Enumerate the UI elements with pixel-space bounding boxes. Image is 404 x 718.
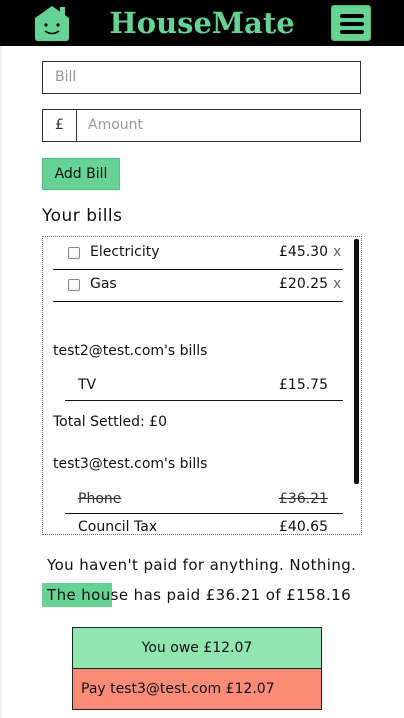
- delete-bill-button[interactable]: x: [333, 276, 341, 292]
- bill-name-settled: Phone: [78, 491, 122, 507]
- currency-addon: £: [43, 110, 77, 141]
- bill-name: Electricity: [90, 244, 160, 260]
- add-bill-button[interactable]: Add Bill: [42, 158, 120, 190]
- row-divider: [53, 301, 343, 302]
- house-paid-message: The house has paid £36.21 of £158.16: [47, 586, 352, 604]
- bill-name: Council Tax: [78, 519, 158, 535]
- pay-housemate-button[interactable]: Pay test3@test.com £12.07: [72, 669, 322, 710]
- bill-amount: £15.75: [279, 377, 328, 393]
- delete-bill-button[interactable]: x: [333, 244, 341, 260]
- bill-checkbox-electricity[interactable]: [68, 247, 80, 259]
- bill-name: Gas: [90, 276, 117, 292]
- housemate-bills-title: test2@test.com's bills: [53, 343, 208, 359]
- hamburger-menu-icon[interactable]: [331, 5, 371, 41]
- bills-list-panel[interactable]: Electricity £45.30 x Gas £20.25 x test2@…: [42, 236, 362, 535]
- app-header: HouseMate: [0, 0, 404, 46]
- row-divider: [53, 269, 343, 270]
- bill-amount: £40.65: [279, 519, 328, 535]
- total-settled: Total Settled: £0: [53, 414, 167, 430]
- amount-input[interactable]: Amount: [88, 110, 143, 141]
- amount-input-group[interactable]: £ Amount: [42, 109, 361, 142]
- row-divider: [65, 513, 343, 514]
- left-edge-divider: [0, 46, 2, 718]
- row-divider: [65, 400, 343, 401]
- bill-name-input[interactable]: Bill: [42, 61, 361, 94]
- you-owe-summary: You owe £12.07: [72, 627, 322, 669]
- bill-amount: £20.25: [279, 276, 328, 292]
- your-bills-heading: Your bills: [42, 206, 123, 226]
- bill-name: TV: [78, 377, 97, 393]
- bill-checkbox-gas[interactable]: [68, 279, 80, 291]
- bill-amount: £45.30: [279, 244, 328, 260]
- paid-message: You haven't paid for anything. Nothing.: [47, 556, 357, 574]
- bills-scrollbar[interactable]: [354, 239, 359, 484]
- bill-placeholder: Bill: [55, 69, 77, 85]
- bill-amount-settled: £36.21: [279, 491, 328, 507]
- housemate-bills-title: test3@test.com's bills: [53, 456, 208, 472]
